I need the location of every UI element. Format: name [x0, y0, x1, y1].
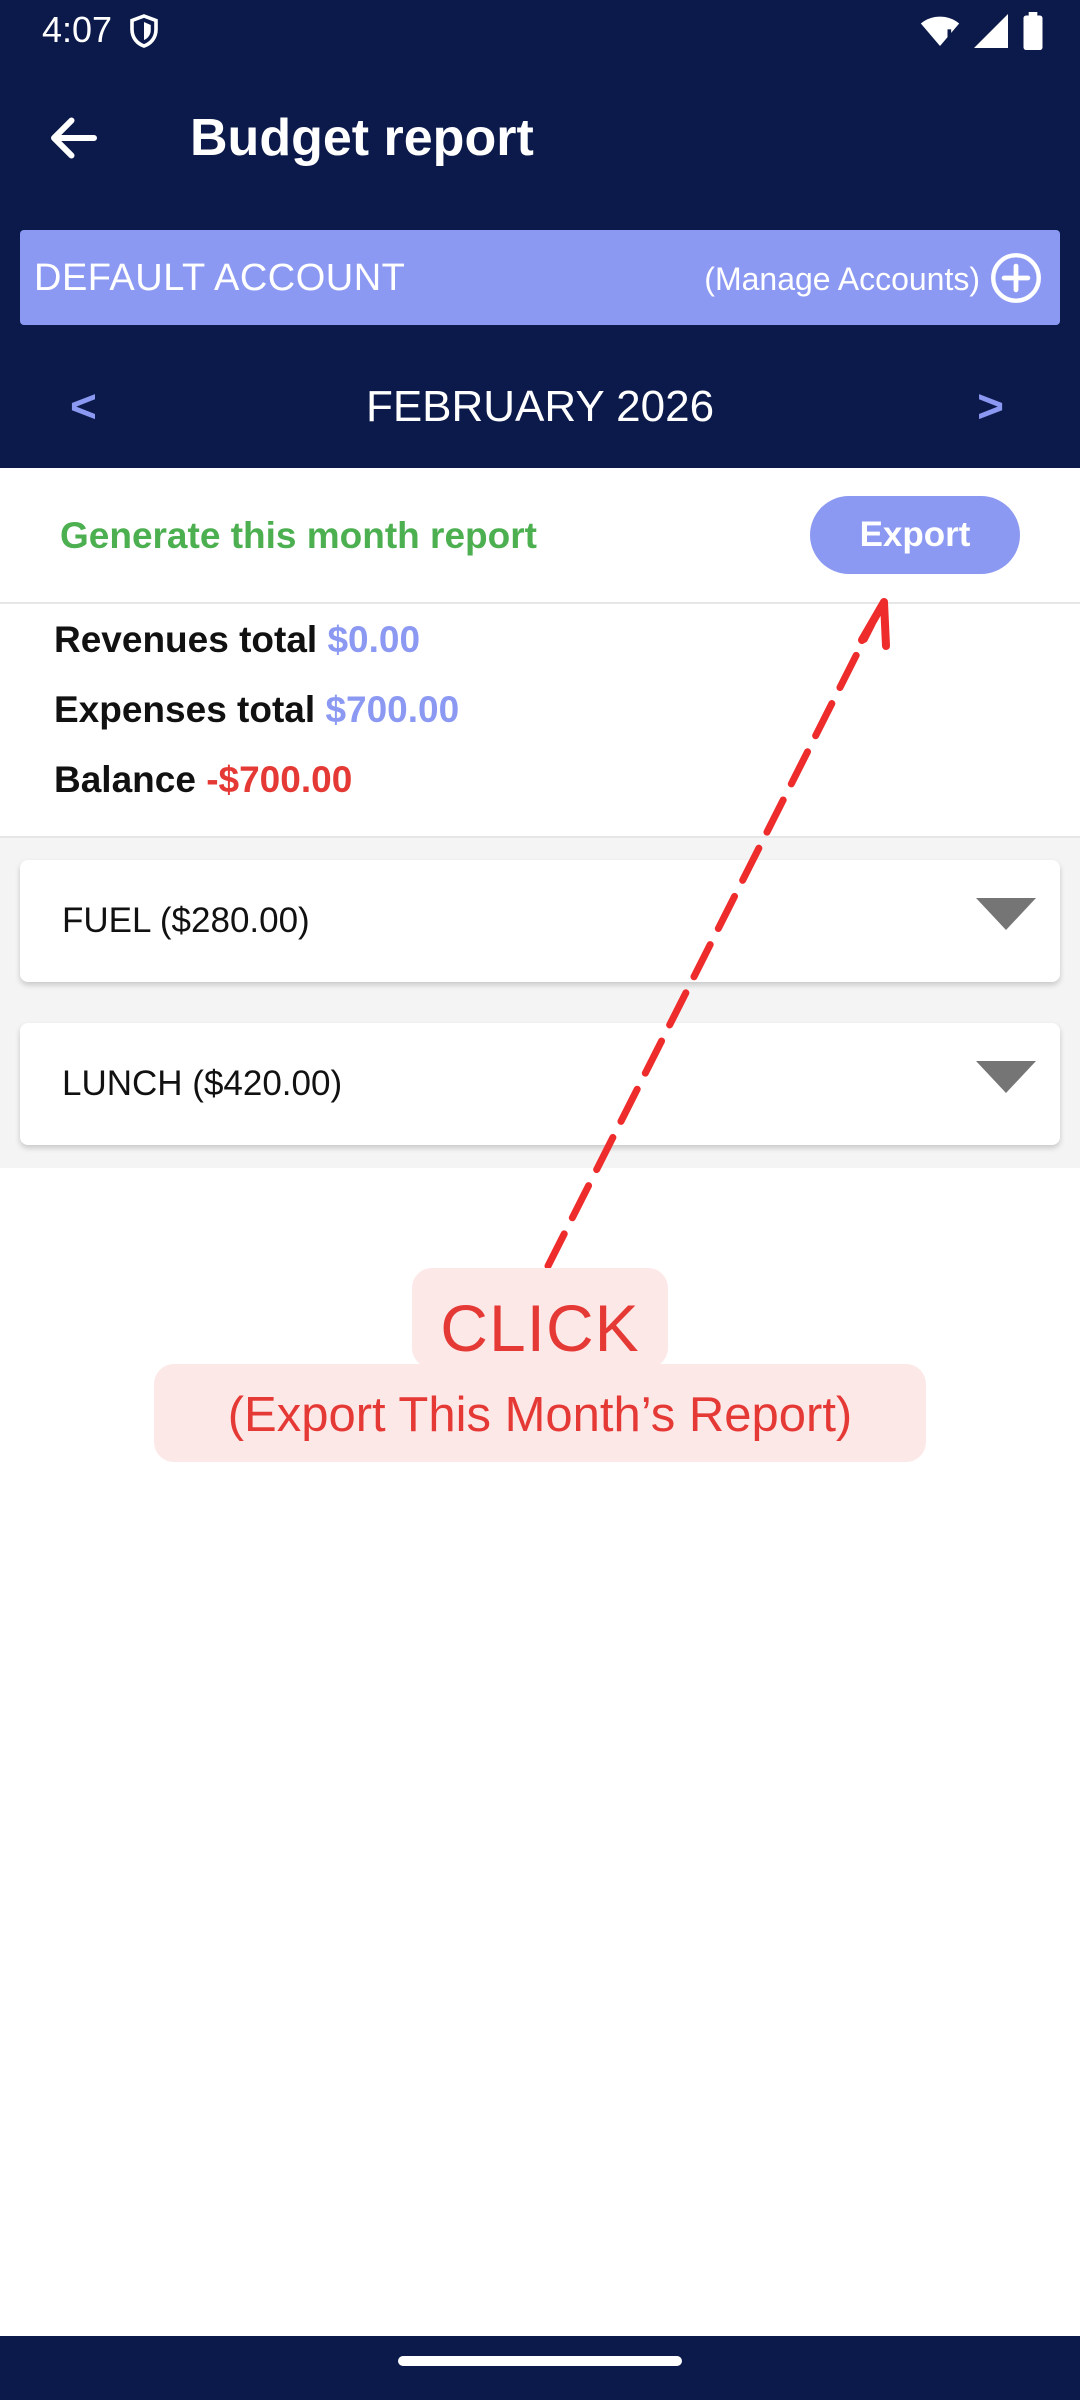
- app-header: 4:07 Budget report DEFAULT ACCOUNT (Mana…: [0, 0, 1080, 468]
- account-selector[interactable]: DEFAULT ACCOUNT (Manage Accounts): [20, 230, 1060, 325]
- expenses-total-label: Expenses total: [54, 689, 316, 730]
- category-card-fuel[interactable]: FUEL ($280.00): [20, 860, 1060, 982]
- revenues-total-label: Revenues total: [54, 619, 318, 660]
- dropdown-triangle-icon[interactable]: [976, 1061, 1036, 1093]
- battery-icon: [1023, 12, 1043, 50]
- account-name[interactable]: DEFAULT ACCOUNT: [34, 256, 405, 300]
- category-card-lunch[interactable]: LUNCH ($420.00): [20, 1023, 1060, 1145]
- export-button[interactable]: Export: [810, 496, 1020, 574]
- revenues-total-value: $0.00: [327, 619, 421, 660]
- manage-accounts-link[interactable]: (Manage Accounts): [704, 260, 980, 298]
- wifi-icon: [920, 16, 960, 46]
- category-list: FUEL ($280.00) LUNCH ($420.00): [0, 838, 1080, 1168]
- annotation-subtitle: (Export This Month’s Report): [227, 1388, 853, 1442]
- expenses-total-value: $700.00: [325, 689, 460, 730]
- signal-icon: [974, 14, 1008, 48]
- generate-report-label: Generate this month report: [60, 515, 537, 556]
- next-month-button[interactable]: >: [977, 378, 1004, 434]
- status-time: 4:07: [42, 9, 113, 50]
- status-icons: [920, 12, 1044, 50]
- dropdown-triangle-icon[interactable]: [976, 898, 1036, 930]
- category-label: LUNCH ($420.00): [62, 1064, 343, 1103]
- page-title: Budget report: [190, 109, 534, 167]
- system-navigation-bar: [0, 2336, 1080, 2400]
- balance-line: Balance -$700.00: [54, 758, 459, 802]
- totals-summary: Revenues total $0.00 Expenses total $700…: [54, 618, 459, 828]
- revenues-total-line: Revenues total $0.00: [54, 618, 459, 662]
- generate-report-row: Generate this month report Export: [0, 468, 1080, 604]
- balance-label: Balance: [54, 759, 196, 800]
- back-arrow-icon[interactable]: [44, 108, 104, 168]
- category-label: FUEL ($280.00): [62, 901, 310, 940]
- expenses-total-line: Expenses total $700.00: [54, 688, 459, 732]
- annotation-title: CLICK: [440, 1291, 640, 1365]
- shield-icon: [130, 14, 158, 48]
- home-gesture-handle[interactable]: [398, 2356, 682, 2366]
- balance-value: -$700.00: [206, 759, 353, 800]
- current-month: FEBRUARY 2026: [365, 382, 715, 431]
- add-circle-icon[interactable]: [990, 252, 1042, 304]
